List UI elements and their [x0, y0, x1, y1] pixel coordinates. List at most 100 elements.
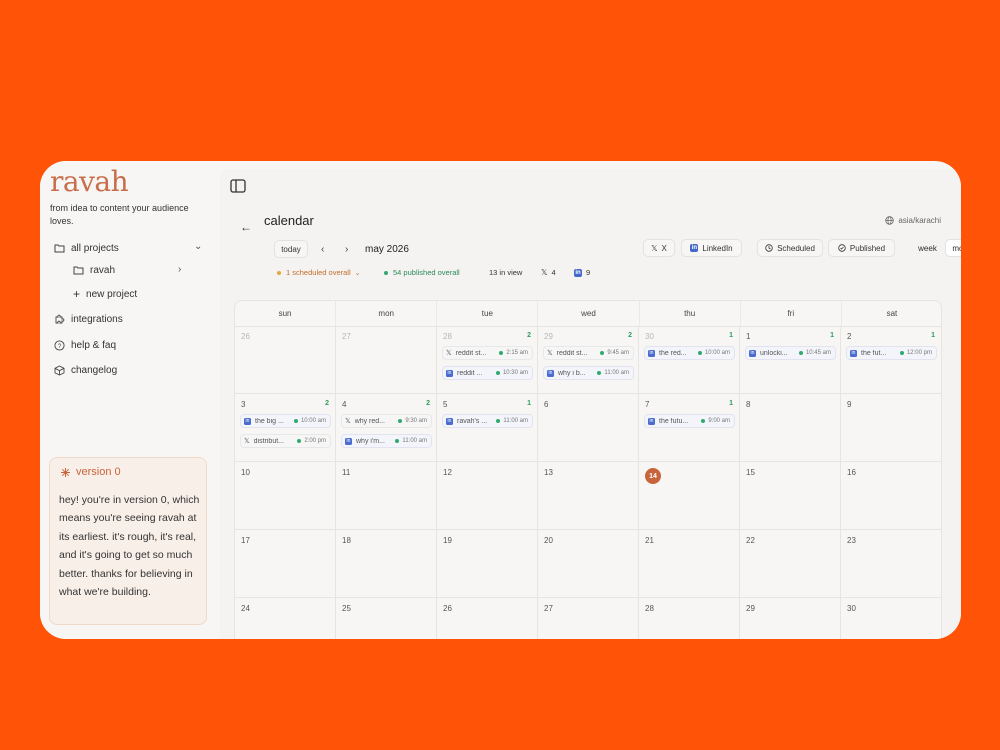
day-cell[interactable]: 21	[639, 530, 740, 598]
event-time: 10:00 am	[697, 350, 730, 356]
day-cell[interactable]: 1 1 in unlocki... 10:45 am	[740, 326, 841, 394]
day-number: 24	[241, 604, 250, 613]
day-cell[interactable]: 2 1 in the fut... 12:00 pm	[841, 326, 941, 394]
sidebar-toggle-icon[interactable]	[230, 179, 246, 198]
event-chip[interactable]: 𝕏why red... 9:30 am	[341, 414, 432, 428]
event-count: 2	[527, 332, 531, 339]
event-chip[interactable]: in the big ... 10:00 am	[240, 414, 331, 428]
day-cell[interactable]: 27	[538, 598, 639, 639]
event-chip[interactable]: in reddit ... 10:30 am	[442, 366, 533, 380]
event-chip[interactable]: in ravah's ... 11:00 am	[442, 414, 533, 428]
day-cell[interactable]: 9	[841, 394, 941, 462]
timezone-label: asia/karachi	[898, 216, 941, 225]
nav-project-ravah[interactable]: ravah	[73, 261, 115, 279]
day-cell[interactable]: 14	[639, 462, 740, 530]
day-cell[interactable]: 5 1 in ravah's ... 11:00 am	[437, 394, 538, 462]
day-cell[interactable]: 24	[235, 598, 336, 639]
day-cell[interactable]: 29	[740, 598, 841, 639]
nav-all-projects[interactable]: all projects	[54, 239, 119, 257]
event-count: 1	[729, 400, 733, 407]
x-logo-icon: 𝕏	[541, 268, 548, 277]
x-logo-icon: 𝕏	[547, 350, 553, 357]
today-button[interactable]: today	[274, 240, 308, 258]
clock-icon	[765, 244, 773, 252]
filter-linkedin-button[interactable]: in LinkedIn	[681, 239, 742, 257]
day-cell[interactable]: 16	[841, 462, 941, 530]
event-title: the futu...	[659, 417, 689, 425]
day-cell[interactable]: 23	[841, 530, 941, 598]
prev-month-icon[interactable]: ‹	[321, 244, 324, 255]
day-cell[interactable]: 7 1 in the futu... 9:00 am	[639, 394, 740, 462]
status-dot-icon	[701, 419, 706, 423]
status-dot-icon	[798, 351, 803, 355]
status-dot-icon	[293, 419, 298, 423]
event-chip[interactable]: in the fut... 12:00 pm	[846, 346, 937, 360]
event-chip[interactable]: 𝕏reddit st... 2:15 am	[442, 346, 533, 360]
event-chip[interactable]: 𝕏distribut... 2:00 pm	[240, 434, 331, 448]
event-time: 12:00 pm	[899, 350, 932, 356]
calendar-grid: sun mon tue wed thu fri sat 26 27 28 2 𝕏reddit st.…	[234, 300, 942, 639]
chevron-down-icon[interactable]: ⌄	[194, 241, 202, 252]
stat-in-view: 13 in view	[489, 268, 523, 277]
next-month-icon[interactable]: ›	[345, 244, 348, 255]
day-cell[interactable]: 4 2 𝕏why red... 9:30 am in why i'm... 11:00 am	[336, 394, 437, 462]
event-chip[interactable]: in the futu... 9:00 am	[644, 414, 735, 428]
day-cell[interactable]: 25	[336, 598, 437, 639]
day-number: 7	[645, 400, 650, 409]
day-cell[interactable]: 29 2 𝕏reddit st... 9:45 am in why i b... 11:00…	[538, 326, 639, 394]
event-chip[interactable]: in why i b... 11:00 am	[543, 366, 634, 380]
day-cell[interactable]: 17	[235, 530, 336, 598]
filter-published-button[interactable]: Published	[828, 239, 895, 257]
nav-changelog[interactable]: changelog	[54, 361, 117, 379]
weekday-wed: wed	[538, 301, 640, 326]
weekday-header: sun mon tue wed thu fri sat	[235, 301, 941, 327]
stat-scheduled[interactable]: 1 scheduled overall ⌄	[277, 268, 361, 277]
day-cell[interactable]: 26	[437, 598, 538, 639]
day-number: 16	[847, 468, 856, 477]
x-logo-icon: 𝕏	[345, 418, 351, 425]
nav-help[interactable]: ? help & faq	[54, 336, 116, 354]
day-cell[interactable]: 27	[336, 326, 437, 394]
view-week-button[interactable]: week	[910, 239, 945, 257]
day-cell[interactable]: 3 2 in the big ... 10:00 am 𝕏distribut... 2:00…	[235, 394, 336, 462]
day-cell[interactable]: 8	[740, 394, 841, 462]
day-number: 12	[443, 468, 452, 477]
day-cell[interactable]: 18	[336, 530, 437, 598]
day-cell[interactable]: 13	[538, 462, 639, 530]
x-logo-icon: 𝕏	[244, 438, 250, 445]
day-cell[interactable]: 30	[841, 598, 941, 639]
today-marker: 14	[645, 468, 661, 484]
new-project-button[interactable]: + new project	[73, 285, 137, 303]
day-cell[interactable]: 6	[538, 394, 639, 462]
day-cell[interactable]: 20	[538, 530, 639, 598]
day-cell[interactable]: 30 1 in the red... 10:00 am	[639, 326, 740, 394]
back-arrow-icon[interactable]: ←	[240, 220, 252, 234]
nav-integrations[interactable]: integrations	[54, 310, 123, 328]
day-cell[interactable]: 11	[336, 462, 437, 530]
event-chip[interactable]: in unlocki... 10:45 am	[745, 346, 836, 360]
filter-x-label: X	[661, 243, 667, 253]
main-panel: ← calendar asia/karachi today ‹ › may 20…	[220, 169, 961, 639]
event-count: 2	[628, 332, 632, 339]
day-cell[interactable]: 26	[235, 326, 336, 394]
day-cell[interactable]: 28 2 𝕏reddit st... 2:15 am in reddit ... 10:30…	[437, 326, 538, 394]
day-cell[interactable]: 15	[740, 462, 841, 530]
view-month-button[interactable]: month	[945, 239, 961, 257]
linkedin-icon: in	[749, 349, 756, 357]
event-time: 10:30 am	[495, 370, 528, 376]
day-cell[interactable]: 22	[740, 530, 841, 598]
chevron-right-icon[interactable]: ›	[178, 264, 181, 275]
event-chip[interactable]: 𝕏reddit st... 9:45 am	[543, 346, 634, 360]
globe-icon	[885, 216, 895, 225]
day-cell[interactable]: 19	[437, 530, 538, 598]
event-chip[interactable]: in why i'm... 11:00 am	[341, 434, 432, 448]
day-cell[interactable]: 12	[437, 462, 538, 530]
day-number: 11	[342, 468, 351, 477]
event-count: 2	[426, 400, 430, 407]
filter-x-button[interactable]: 𝕏 X	[643, 239, 675, 257]
day-cell[interactable]: 10	[235, 462, 336, 530]
filter-scheduled-button[interactable]: Scheduled	[757, 239, 823, 257]
event-chip[interactable]: in the red... 10:00 am	[644, 346, 735, 360]
day-cell[interactable]: 28	[639, 598, 740, 639]
day-number: 28	[443, 332, 452, 341]
